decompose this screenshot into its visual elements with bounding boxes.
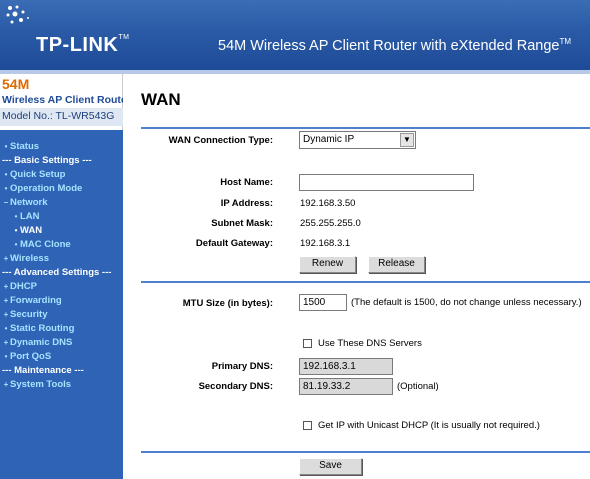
nav-bullet-icon: + bbox=[3, 310, 9, 319]
nav-bullet-icon: • bbox=[14, 240, 18, 249]
nav-bullet-icon: • bbox=[4, 324, 8, 333]
sidebar-item-label: Wireless bbox=[10, 253, 49, 264]
sidebar-item-security[interactable]: + Security bbox=[0, 308, 123, 322]
sidebar-section-advanced-settings: --- Advanced Settings --- bbox=[0, 266, 123, 280]
sidebar-item-wireless[interactable]: + Wireless bbox=[0, 252, 123, 266]
sidebar-section-maintenance: --- Maintenance --- bbox=[0, 364, 123, 378]
nav-bullet-icon: • bbox=[4, 352, 8, 361]
sidebar-item-label: Static Routing bbox=[10, 323, 75, 334]
nav-bullet-icon: • bbox=[14, 212, 18, 221]
ip-address-value: 192.168.3.50 bbox=[300, 198, 356, 209]
nav-bullet-icon: • bbox=[14, 226, 18, 235]
product-tagline: 54M Wireless AP Client Router with eXten… bbox=[218, 37, 571, 54]
use-dns-checkbox[interactable] bbox=[303, 339, 312, 348]
default-gateway-value: 192.168.3.1 bbox=[300, 238, 351, 249]
renew-button[interactable]: Renew bbox=[299, 256, 356, 273]
nav-bullet-icon: + bbox=[3, 338, 9, 347]
default-gateway-label: Default Gateway: bbox=[195, 238, 273, 249]
mtu-label: MTU Size (in bytes): bbox=[182, 298, 273, 309]
host-name-label: Host Name: bbox=[220, 177, 273, 188]
page-title: WAN bbox=[141, 90, 181, 109]
sidebar-item-label: Port QoS bbox=[10, 351, 52, 362]
secondary-dns-label: Secondary DNS: bbox=[198, 381, 273, 392]
brand-model: Model No.: TL-WR543G bbox=[0, 108, 123, 126]
unicast-dhcp-checkbox[interactable] bbox=[303, 421, 312, 430]
nav-bullet-icon: – bbox=[3, 198, 9, 207]
nav-bullet-icon: + bbox=[3, 380, 9, 389]
bottom-divider bbox=[141, 451, 590, 453]
use-dns-label: Use These DNS Servers bbox=[318, 338, 422, 349]
sidebar-item-quick-setup[interactable]: • Quick Setup bbox=[0, 168, 123, 182]
sidebar-item-dynamic-dns[interactable]: + Dynamic DNS bbox=[0, 336, 123, 350]
sidebar-item-label: --- Basic Settings --- bbox=[2, 155, 92, 166]
primary-dns-input[interactable]: 192.168.3.1 bbox=[299, 358, 393, 375]
sidebar-item-mac-clone[interactable]: • MAC Clone bbox=[0, 238, 123, 252]
sidebar-item-label: DHCP bbox=[10, 281, 37, 292]
mtu-input[interactable]: 1500 bbox=[299, 294, 347, 311]
tagline-trademark: TM bbox=[559, 37, 572, 46]
wan-type-label: WAN Connection Type: bbox=[168, 135, 273, 146]
sidebar-item-label: Security bbox=[10, 309, 48, 320]
sidebar-item-port-qos[interactable]: • Port QoS bbox=[0, 350, 123, 364]
mtu-note: (The default is 1500, do not change unle… bbox=[351, 297, 582, 308]
sidebar-item-label: MAC Clone bbox=[20, 239, 71, 250]
sidebar-item-label: Network bbox=[10, 197, 48, 208]
nav-bullet-icon: + bbox=[3, 254, 9, 263]
tagline-text: 54M Wireless AP Client Router with eXten… bbox=[218, 37, 560, 54]
sidebar-item-network[interactable]: – Network bbox=[0, 196, 123, 210]
sidebar-item-label: Status bbox=[10, 141, 40, 152]
header-banner: TP-LINKTM 54M Wireless AP Client Router … bbox=[0, 0, 590, 70]
logo-text: TP-LINK bbox=[36, 34, 119, 56]
sidebar-item-label: System Tools bbox=[10, 379, 72, 390]
chevron-down-icon[interactable]: ▼ bbox=[400, 133, 414, 147]
nav-bullet-icon: • bbox=[4, 170, 8, 179]
sidebar-item-label: --- Maintenance --- bbox=[2, 365, 84, 376]
unicast-dhcp-label: Get IP with Unicast DHCP (It is usually … bbox=[318, 420, 540, 431]
sidebar-item-forwarding[interactable]: + Forwarding bbox=[0, 294, 123, 308]
sidebar-item-lan[interactable]: • LAN bbox=[0, 210, 123, 224]
sidebar-item-label: LAN bbox=[20, 211, 40, 222]
host-name-input[interactable] bbox=[299, 174, 474, 191]
wan-type-value: Dynamic IP bbox=[303, 134, 355, 145]
primary-dns-label: Primary DNS: bbox=[211, 361, 273, 372]
sidebar-item-system-tools[interactable]: + System Tools bbox=[0, 378, 123, 392]
nav-bullet-icon: + bbox=[3, 282, 9, 291]
sidebar-item-label: --- Advanced Settings --- bbox=[2, 267, 112, 278]
logo-trademark: TM bbox=[118, 34, 130, 41]
wan-type-select[interactable]: Dynamic IP ▼ bbox=[299, 131, 416, 149]
sidebar-item-label: Quick Setup bbox=[10, 169, 66, 180]
main-content: WAN WAN Connection Type: Dynamic IP ▼ Ho… bbox=[123, 74, 590, 479]
subnet-mask-value: 255.255.255.0 bbox=[300, 218, 361, 229]
brand-product: Wireless AP Client Router bbox=[2, 94, 131, 106]
sidebar-item-wan[interactable]: • WAN bbox=[0, 224, 123, 238]
nav-bullet-icon: + bbox=[3, 296, 9, 305]
tp-link-logo: TP-LINKTM bbox=[36, 34, 130, 57]
sidebar-item-label: Operation Mode bbox=[10, 183, 83, 194]
release-button[interactable]: Release bbox=[368, 256, 425, 273]
sidebar-menu: • Status --- Basic Settings --- • Quick Setu… bbox=[0, 140, 123, 392]
title-divider bbox=[141, 127, 590, 129]
sidebar-item-label: WAN bbox=[20, 225, 43, 236]
sidebar-item-label: Forwarding bbox=[10, 295, 62, 306]
sidebar-item-static-routing[interactable]: • Static Routing bbox=[0, 322, 123, 336]
nav-bullet-icon: • bbox=[4, 142, 8, 151]
secondary-dns-input[interactable]: 81.19.33.2 bbox=[299, 378, 393, 395]
subnet-mask-label: Subnet Mask: bbox=[211, 218, 273, 229]
save-button[interactable]: Save bbox=[299, 458, 362, 475]
section-divider bbox=[141, 281, 590, 283]
product-brand: 54M Wireless AP Client Router Model No.:… bbox=[0, 74, 131, 130]
sidebar-item-dhcp[interactable]: + DHCP bbox=[0, 280, 123, 294]
sidebar-item-operation-mode[interactable]: • Operation Mode bbox=[0, 182, 123, 196]
optional-note: (Optional) bbox=[397, 381, 439, 392]
nav-bullet-icon: • bbox=[4, 184, 8, 193]
brand-speed: 54M bbox=[2, 76, 30, 92]
sidebar-section-basic-settings: --- Basic Settings --- bbox=[0, 154, 123, 168]
ip-address-label: IP Address: bbox=[220, 198, 273, 209]
sidebar-item-label: Dynamic DNS bbox=[10, 337, 73, 348]
logo-dots-icon bbox=[6, 5, 29, 24]
sidebar-item-status[interactable]: • Status bbox=[0, 140, 123, 154]
